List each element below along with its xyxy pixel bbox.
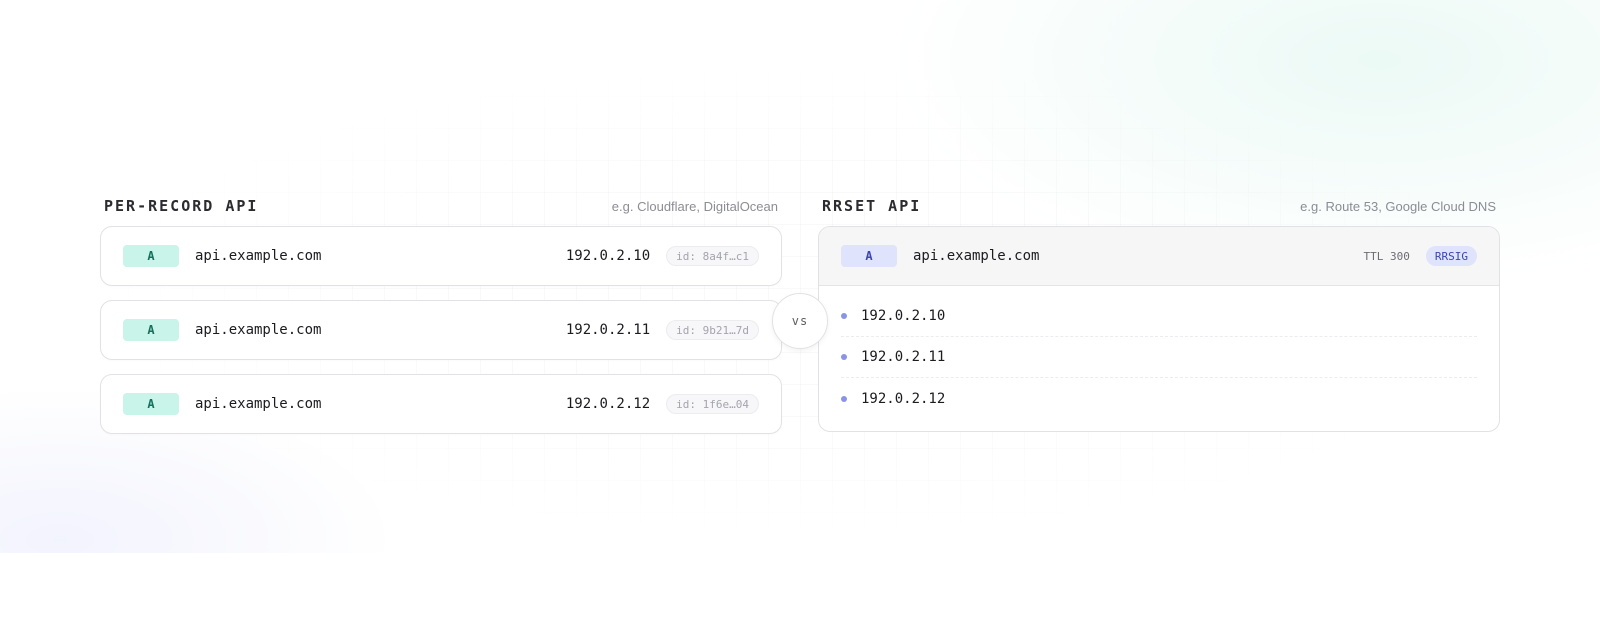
rrset-value-ip: 192.0.2.12	[861, 390, 946, 407]
per-record-title: PER-RECORD API	[104, 197, 259, 215]
rrset-card: A api.example.com TTL 300 RRSIG 192.0.2.…	[818, 226, 1500, 432]
record-id-badge: id: 9b21…7d	[666, 320, 759, 340]
bullet-dot	[841, 395, 847, 402]
rrset-title: RRSET API	[822, 197, 922, 215]
record-name: api.example.com	[195, 248, 322, 264]
vs-divider: vs	[772, 293, 828, 349]
rrset-subtitle: e.g. Route 53, Google Cloud DNS	[1300, 198, 1496, 214]
record-type-badge: A	[123, 393, 179, 415]
record-id-badge: id: 1f6e…04	[666, 394, 759, 414]
rrset-type-badge: A	[841, 245, 897, 267]
bullet-dot	[841, 313, 847, 319]
rrset-header: RRSET API e.g. Route 53, Google Cloud DN…	[818, 196, 1500, 216]
record-type-badge: A	[123, 245, 179, 267]
record-name: api.example.com	[195, 396, 322, 412]
record-type-badge: A	[123, 319, 179, 341]
ttl-label: TTL 300	[1363, 249, 1410, 263]
record-card: A api.example.com 192.0.2.10 id: 8a4f…c1	[100, 226, 782, 286]
rrset-value-list: 192.0.2.10 192.0.2.11 192.0.2.12	[819, 286, 1499, 431]
rrset-value-ip: 192.0.2.11	[861, 349, 946, 365]
record-ip: 192.0.2.11	[565, 322, 651, 338]
rrset-value-item: 192.0.2.10	[841, 296, 1477, 337]
rrset-value-ip: 192.0.2.10	[861, 308, 946, 324]
per-record-header: PER-RECORD API e.g. Cloudflare, DigitalO…	[100, 196, 782, 216]
rrset-value-item: 192.0.2.11	[841, 337, 1477, 378]
per-record-panel: PER-RECORD API e.g. Cloudflare, DigitalO…	[100, 196, 782, 448]
bullet-dot	[841, 354, 847, 360]
rrset-value-item: 192.0.2.12	[841, 378, 1477, 419]
record-id-badge: id: 8a4f…c1	[666, 246, 759, 266]
record-ip: 192.0.2.10	[565, 248, 651, 264]
record-card: A api.example.com 192.0.2.11 id: 9b21…7d	[100, 300, 782, 360]
rrset-panel: RRSET API e.g. Route 53, Google Cloud DN…	[818, 196, 1500, 432]
rrset-card-header: A api.example.com TTL 300 RRSIG	[819, 227, 1499, 286]
record-name: api.example.com	[195, 322, 322, 338]
per-record-subtitle: e.g. Cloudflare, DigitalOcean	[611, 198, 778, 214]
record-ip: 192.0.2.12	[565, 396, 651, 412]
record-card: A api.example.com 192.0.2.12 id: 1f6e…04	[100, 374, 782, 434]
diagram-canvas: PER-RECORD API e.g. Cloudflare, DigitalO…	[0, 0, 1600, 553]
rrsig-badge: RRSIG	[1425, 246, 1477, 266]
rrset-name: api.example.com	[913, 248, 1040, 264]
